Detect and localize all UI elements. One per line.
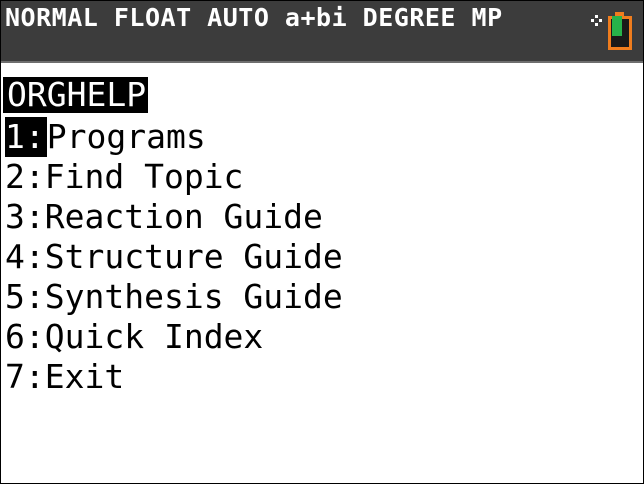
menu-item-label: Exit xyxy=(44,357,125,396)
menu-item-key: 5: xyxy=(5,277,45,316)
menu-item-programs[interactable]: 1:Programs xyxy=(1,117,643,157)
busy-indicator-icon xyxy=(591,15,603,27)
menu-item-exit[interactable]: 7:Exit xyxy=(1,357,643,397)
menu-item-label: Find Topic xyxy=(44,157,244,196)
battery-icon xyxy=(608,12,632,50)
menu-item-key: 4: xyxy=(5,237,45,276)
menu-title: ORGHELP xyxy=(3,77,149,113)
mode-status-text: NORMAL FLOAT AUTO a+bi DEGREE MP xyxy=(5,3,503,32)
menu-item-key: 7: xyxy=(5,357,45,396)
menu-item-find-topic[interactable]: 2:Find Topic xyxy=(1,157,643,197)
menu-item-key: 3: xyxy=(5,197,45,236)
menu-item-synthesis-guide[interactable]: 5:Synthesis Guide xyxy=(1,277,643,317)
menu-item-structure-guide[interactable]: 4:Structure Guide xyxy=(1,237,643,277)
menu-item-label: Programs xyxy=(46,117,206,156)
menu-item-label: Synthesis Guide xyxy=(44,277,343,316)
status-bar: NORMAL FLOAT AUTO a+bi DEGREE MP xyxy=(1,1,643,63)
menu-item-label: Quick Index xyxy=(44,317,264,356)
menu: ORGHELP 1:Programs 2:Find Topic 3:Reacti… xyxy=(1,77,643,397)
menu-item-quick-index[interactable]: 6:Quick Index xyxy=(1,317,643,357)
menu-item-label: Structure Guide xyxy=(44,237,343,276)
menu-item-key: 1: xyxy=(5,117,47,157)
menu-list: 1:Programs 2:Find Topic 3:Reaction Guide… xyxy=(1,117,643,397)
menu-item-key: 2: xyxy=(5,157,45,196)
calculator-screen: NORMAL FLOAT AUTO a+bi DEGREE MP ORGHELP… xyxy=(0,0,644,484)
menu-item-reaction-guide[interactable]: 3:Reaction Guide xyxy=(1,197,643,237)
menu-item-key: 6: xyxy=(5,317,45,356)
menu-item-label: Reaction Guide xyxy=(44,197,323,236)
